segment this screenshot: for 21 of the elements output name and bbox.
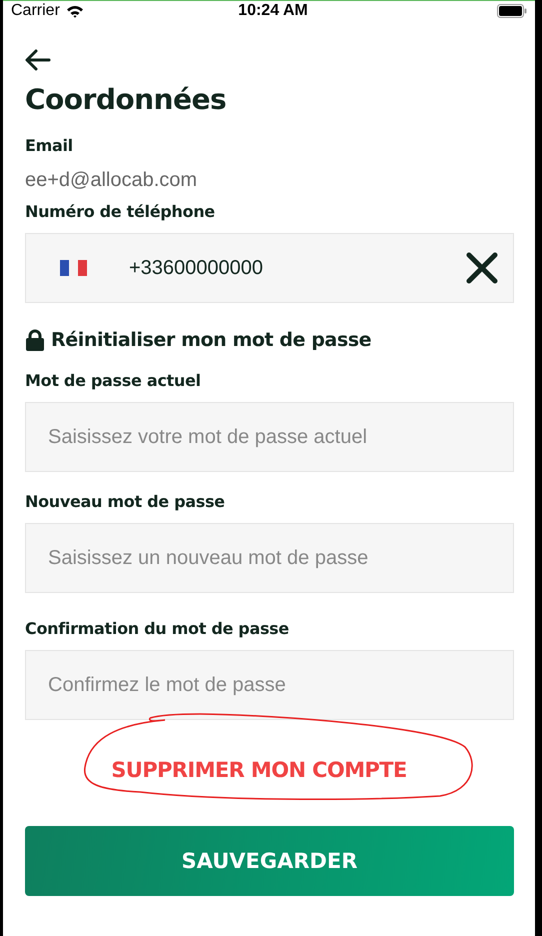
phone-label: Numéro de téléphone: [25, 202, 216, 221]
save-button[interactable]: SAUVEGARDER: [25, 826, 514, 896]
status-time: 10:24 AM: [238, 2, 308, 20]
lock-icon: [25, 329, 45, 351]
flag-icon: [60, 259, 87, 277]
email-value: ee+d@allocab.com: [25, 169, 198, 192]
password-field[interactable]: Confirmez le mot de passe: [25, 650, 514, 720]
password-label: Confirmation du mot de passe: [25, 619, 290, 638]
clear-icon[interactable]: [465, 251, 499, 285]
password-field[interactable]: Saisissez un nouveau mot de passe: [25, 523, 514, 593]
page-title: Coordonnées: [25, 83, 228, 116]
wifi-icon: [66, 4, 84, 18]
battery-icon: [497, 4, 527, 18]
password-label: Nouveau mot de passe: [25, 492, 226, 511]
email-label: Email: [25, 136, 74, 155]
section-title: Réinitialiser mon mot de passe: [51, 329, 372, 351]
password-label: Mot de passe actuel: [25, 371, 202, 390]
back-arrow-icon[interactable]: [25, 49, 51, 71]
phone-field[interactable]: +33600000000: [25, 233, 514, 303]
password-field[interactable]: Saisissez votre mot de passe actuel: [25, 402, 514, 472]
carrier-name: Carrier: [11, 2, 60, 20]
